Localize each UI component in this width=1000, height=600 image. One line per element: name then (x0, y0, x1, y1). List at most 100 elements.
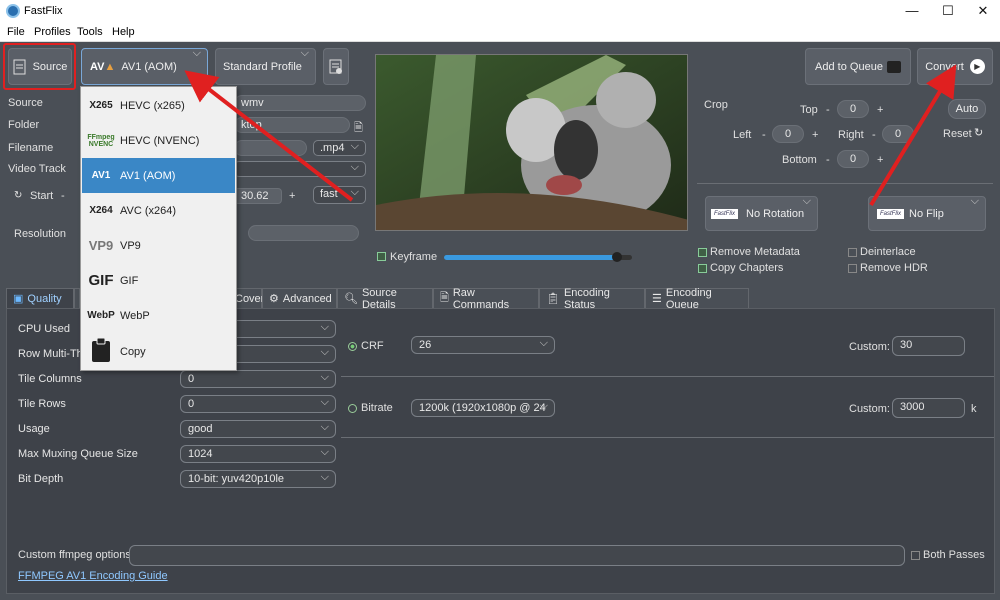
close-icon[interactable]: ✕ (975, 3, 991, 19)
copy-chapters-checkbox[interactable] (698, 263, 707, 273)
bitrate-select[interactable]: 1200k (1920x1080p @ 24 (411, 399, 555, 417)
folder-field[interactable]: ktop (234, 117, 350, 133)
reset-time-icon[interactable]: ↻ (14, 190, 22, 201)
crop-auto-button[interactable]: Auto (948, 99, 986, 119)
keyframe-checkbox[interactable] (377, 252, 386, 261)
add-to-queue-button[interactable]: Add to Queue (805, 48, 911, 85)
preview-slider-handle[interactable] (611, 252, 622, 262)
encoder-option-label: Copy (120, 345, 146, 358)
flip-value: No Flip (909, 207, 944, 220)
crop-top-minus[interactable]: - (826, 104, 830, 116)
tab-raw-commands[interactable]: 🗎 Raw Commands (433, 287, 539, 311)
crop-bottom-input[interactable]: 0 (837, 150, 869, 168)
minimize-icon[interactable]: — (904, 3, 920, 19)
title-bar: FastFlix — ☐ ✕ (0, 0, 1000, 23)
encoder-option-hevc-nvenc[interactable]: FFmpeg NVENC HEVC (NVENC) (82, 123, 235, 158)
remove-hdr-checkbox[interactable] (848, 263, 857, 273)
tile-columns-value: 0 (188, 373, 195, 385)
source-path-field[interactable]: wmv (234, 95, 366, 111)
custom-ffmpeg-input[interactable] (129, 545, 905, 566)
bitrate-custom-input[interactable]: 3000 (892, 398, 965, 418)
remove-metadata-option[interactable]: Remove Metadata (698, 246, 800, 258)
both-passes-option[interactable]: Both Passes (911, 549, 985, 561)
preview-slider-fill (444, 255, 617, 260)
remove-metadata-checkbox[interactable] (698, 247, 707, 257)
copy-chapters-option[interactable]: Copy Chapters (698, 262, 783, 274)
remove-hdr-option[interactable]: Remove HDR (848, 262, 928, 274)
rotation-select[interactable]: FastFlix No Rotation (705, 195, 818, 231)
convert-button[interactable]: Convert ▶ (917, 48, 993, 85)
end-time-field[interactable]: 30.62 (234, 188, 282, 204)
tab-source-details[interactable]: 🔍︎ Source Details (337, 287, 433, 311)
menu-profiles[interactable]: Profiles (34, 26, 71, 38)
encoding-guide-link[interactable]: FFMPEG AV1 Encoding Guide (18, 570, 168, 582)
tab-encoding-queue[interactable]: ☰ Encoding Queue (645, 287, 749, 311)
profile-settings-button[interactable] (323, 48, 349, 85)
crop-left-plus[interactable]: + (812, 129, 818, 141)
crop-left-input[interactable]: 0 (772, 125, 804, 143)
crf-custom-label: Custom: (849, 341, 890, 353)
max-muxing-label: Max Muxing Queue Size (18, 448, 138, 460)
clipboard-icon: 📋︎ (546, 293, 560, 305)
menu-tools[interactable]: Tools (77, 26, 103, 38)
rotation-value: No Rotation (746, 207, 805, 220)
tab-quality[interactable]: ▣ Quality (6, 288, 74, 309)
encoder-option-label: HEVC (x265) (120, 99, 185, 112)
video-track-select[interactable] (234, 160, 366, 177)
crf-radio[interactable] (348, 342, 357, 351)
reset-icon[interactable]: ↻ (974, 126, 983, 139)
tab-cover-label: Cover (235, 292, 265, 305)
bit-depth-select[interactable]: 10-bit: yuv420p10le (180, 469, 336, 488)
crop-bottom-plus[interactable]: + (877, 154, 883, 166)
profile-select[interactable]: Standard Profile (215, 47, 316, 85)
crf-value: 26 (419, 339, 432, 351)
preview-slider[interactable] (444, 252, 632, 262)
source-highlight (3, 43, 76, 90)
encoder-option-vp9[interactable]: VP9 VP9 (82, 228, 235, 263)
copy-chapters-label: Copy Chapters (710, 262, 784, 274)
usage-select[interactable]: good (180, 419, 336, 438)
crop-right-input[interactable]: 0 (882, 125, 914, 143)
seek-mode-select[interactable]: fast (313, 185, 366, 204)
deinterlace-option[interactable]: Deinterlace (848, 246, 916, 258)
encoder-option-copy[interactable]: Copy (82, 334, 235, 369)
both-passes-checkbox[interactable] (911, 550, 920, 560)
crop-left-minus[interactable]: - (762, 129, 766, 141)
encoder-option-av1[interactable]: AV1 AV1 (AOM) (82, 158, 235, 193)
crop-top-input[interactable]: 0 (837, 100, 869, 118)
deinterlace-checkbox[interactable] (848, 247, 857, 257)
encoder-option-hevc-x265[interactable]: X265 HEVC (x265) (82, 88, 235, 123)
encoder-option-avc-x264[interactable]: X264 AVC (x264) (82, 193, 235, 228)
folder-browse-icon[interactable]: 🗎 (354, 119, 363, 138)
filename-field[interactable] (234, 140, 307, 156)
tile-columns-select[interactable]: 0 (180, 369, 336, 388)
end-plus-button[interactable]: + (289, 190, 295, 202)
menu-file[interactable]: File (7, 26, 25, 38)
crf-select[interactable]: 26 (411, 335, 555, 354)
crop-reset-button[interactable]: Reset (943, 128, 972, 140)
encoder-option-webp[interactable]: WebP WebP (82, 298, 235, 333)
tile-rows-select[interactable]: 0 (180, 394, 336, 413)
bitrate-radio[interactable] (348, 404, 357, 413)
vp9-icon: VP9 (88, 238, 114, 253)
max-muxing-select[interactable]: 1024 (180, 444, 336, 463)
folder-value: ktop (241, 119, 262, 131)
queue-icon (886, 60, 901, 73)
resolution-field[interactable] (248, 225, 359, 241)
crop-top-plus[interactable]: + (877, 104, 883, 116)
encoder-select[interactable]: AV▲ AV1 (AOM) (81, 47, 208, 85)
menu-help[interactable]: Help (112, 26, 135, 38)
remove-hdr-label: Remove HDR (860, 262, 928, 274)
crop-bottom-minus[interactable]: - (826, 154, 830, 166)
crop-label: Crop (704, 99, 728, 111)
start-minus-button[interactable]: - (61, 190, 65, 202)
extension-select[interactable]: .mp4 (313, 139, 366, 156)
koala-preview-image (376, 55, 687, 230)
encoder-option-gif[interactable]: GIF GIF (82, 263, 235, 298)
crop-right-minus[interactable]: - (872, 129, 876, 141)
crf-custom-input[interactable]: 30 (892, 336, 965, 356)
maximize-icon[interactable]: ☐ (940, 3, 956, 19)
flip-select[interactable]: FastFlix No Flip (868, 195, 986, 231)
tab-advanced[interactable]: ⚙ Advanced (262, 288, 337, 309)
tab-encoding-status[interactable]: 📋︎ Encoding Status (539, 287, 645, 311)
